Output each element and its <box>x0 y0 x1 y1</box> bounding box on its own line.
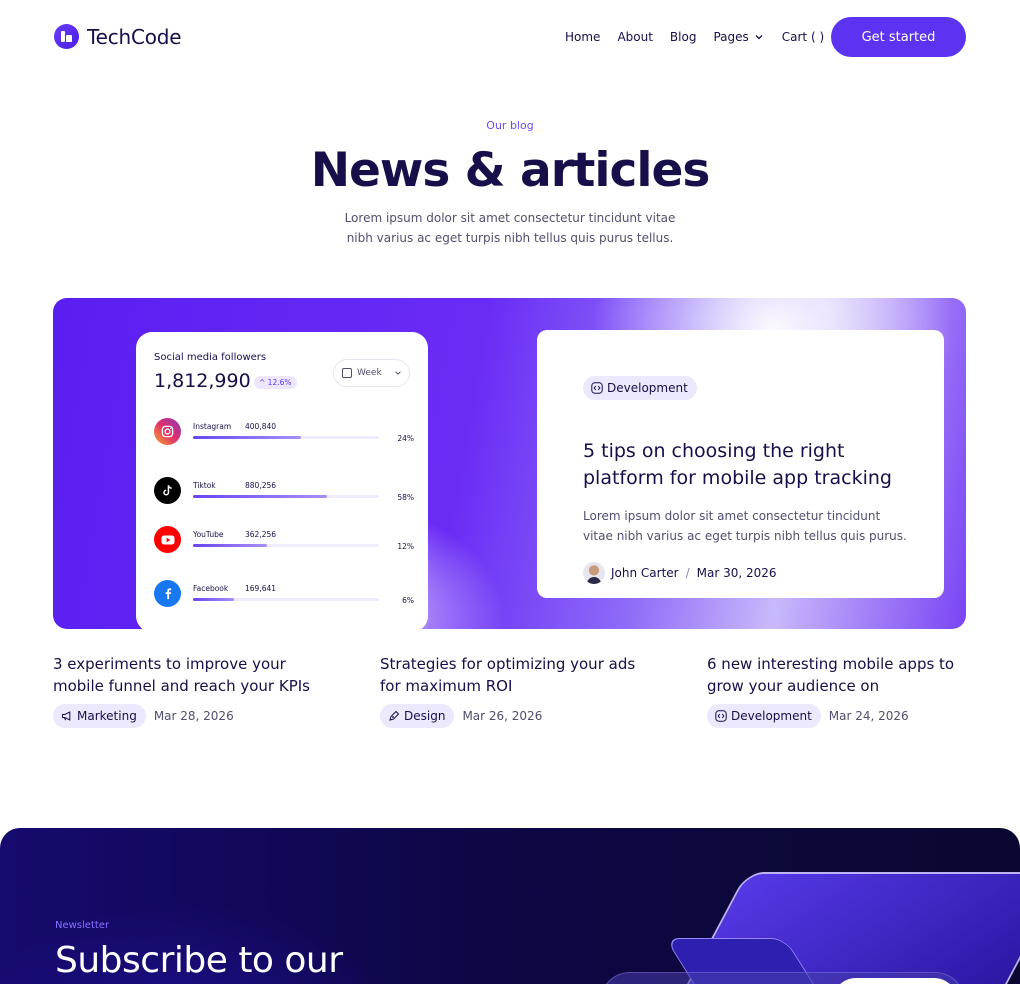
social-row: Instagram 400,840 24% <box>154 418 414 448</box>
featured-article-card[interactable]: Development 5 tips on choosing the right… <box>537 330 944 598</box>
newsletter-section: Newsletter Subscribe to our <box>0 828 1020 984</box>
stats-title: Social media followers <box>154 352 267 363</box>
section-eyebrow: Our blog <box>486 119 534 132</box>
progress-track <box>193 598 379 601</box>
nav-about-link[interactable]: About <box>617 30 652 44</box>
separator: / <box>685 566 690 580</box>
tag-label: Development <box>731 709 812 723</box>
platform-name: Instagram <box>193 422 232 431</box>
article-title[interactable]: 5 tips on choosing the right platform fo… <box>583 438 913 492</box>
tiktok-icon <box>154 477 181 504</box>
subscribe-button[interactable] <box>832 978 958 984</box>
tag-label: Development <box>607 381 688 395</box>
chevron-down-icon <box>755 35 763 40</box>
author-name: John Carter <box>611 566 679 580</box>
code-icon <box>591 382 603 394</box>
instagram-icon <box>154 418 181 445</box>
page-title: News & articles <box>310 143 711 198</box>
progress-fill <box>193 495 327 498</box>
platform-count: 880,256 <box>245 481 277 490</box>
youtube-icon <box>154 526 181 553</box>
article-meta: Design Mar 26, 2026 <box>380 704 542 728</box>
platform-count: 362,256 <box>245 530 277 539</box>
period-select[interactable]: Week <box>333 359 410 387</box>
progress-track <box>193 544 379 547</box>
facebook-icon <box>154 580 181 607</box>
article-date: Mar 26, 2026 <box>462 709 543 723</box>
article-title[interactable]: Strategies for optimizing your ads for m… <box>380 653 650 697</box>
social-row: Facebook 169,641 6% <box>154 580 414 610</box>
logo-icon <box>54 24 79 49</box>
platform-count: 400,840 <box>245 422 277 431</box>
article-card[interactable]: Strategies for optimizing your ads for m… <box>380 653 650 728</box>
nav-blog-link[interactable]: Blog <box>670 30 697 44</box>
main-menu: Home About Blog Pages Cart ( ) <box>565 30 824 44</box>
calendar-icon <box>342 368 352 378</box>
avatar <box>583 562 605 584</box>
category-tag[interactable]: Development <box>583 376 697 400</box>
progress-fill <box>193 598 234 601</box>
article-excerpt: Lorem ipsum dolor sit amet consectetur t… <box>583 509 907 543</box>
platform-percent: 58% <box>397 493 414 502</box>
platform-percent: 24% <box>397 434 414 443</box>
featured-article[interactable]: Social media followers 1,812,990 ^ 12.6%… <box>53 298 966 629</box>
platform-name: YouTube <box>193 530 224 539</box>
article-date: Mar 28, 2026 <box>153 709 234 723</box>
article-card[interactable]: 3 experiments to improve your mobile fun… <box>53 653 323 728</box>
progress-track <box>193 436 379 439</box>
platform-count: 169,641 <box>245 584 277 593</box>
newsletter-eyebrow: Newsletter <box>55 920 110 931</box>
period-label: Week <box>357 368 382 378</box>
page-subtitle: Lorem ipsum dolor sit amet consectetur t… <box>344 211 676 245</box>
nav-cart-link[interactable]: Cart ( ) <box>782 30 824 44</box>
category-tag[interactable]: Design <box>380 704 455 728</box>
brand-logo[interactable]: TechCode <box>54 24 182 49</box>
brand-name: TechCode <box>87 24 182 49</box>
platform-percent: 6% <box>402 596 414 605</box>
article-date: Mar 30, 2026 <box>696 566 777 580</box>
article-meta: Marketing Mar 28, 2026 <box>53 704 234 728</box>
social-row: YouTube 362,256 12% <box>154 526 414 556</box>
article-card[interactable]: 6 new interesting mobile apps to grow yo… <box>707 653 977 728</box>
social-stats-card: Social media followers 1,812,990 ^ 12.6%… <box>136 332 428 629</box>
article-author: John Carter / Mar 30, 2026 <box>583 562 777 584</box>
nav-pages-label: Pages <box>713 30 749 44</box>
platform-name: Tiktok <box>193 481 216 490</box>
platform-name: Facebook <box>193 584 229 593</box>
progress-track <box>193 495 379 498</box>
stats-total: 1,812,990 <box>154 370 251 392</box>
tag-label: Marketing <box>77 709 137 723</box>
pen-tool-icon <box>389 710 400 721</box>
social-row: Tiktok 880,256 58% <box>154 477 414 507</box>
article-title[interactable]: 6 new interesting mobile apps to grow yo… <box>707 653 977 697</box>
platform-percent: 12% <box>397 542 414 551</box>
tag-label: Design <box>404 709 446 723</box>
nav-home-link[interactable]: Home <box>565 30 600 44</box>
progress-fill <box>193 436 301 439</box>
code-icon <box>715 710 727 722</box>
newsletter-title: Subscribe to our <box>55 940 343 981</box>
chevron-down-icon <box>394 371 401 375</box>
article-meta: Development Mar 24, 2026 <box>707 704 909 728</box>
progress-fill <box>193 544 268 547</box>
growth-badge: ^ 12.6% <box>254 376 297 389</box>
article-title[interactable]: 3 experiments to improve your mobile fun… <box>53 653 323 697</box>
category-tag[interactable]: Development <box>707 704 821 728</box>
category-tag[interactable]: Marketing <box>53 704 146 728</box>
nav-pages-dropdown[interactable]: Pages <box>713 30 763 44</box>
get-started-button[interactable]: Get started <box>831 17 966 57</box>
navbar: TechCode Home About Blog Pages Cart ( ) … <box>0 0 1020 76</box>
megaphone-icon <box>62 711 71 721</box>
article-date: Mar 24, 2026 <box>828 709 909 723</box>
